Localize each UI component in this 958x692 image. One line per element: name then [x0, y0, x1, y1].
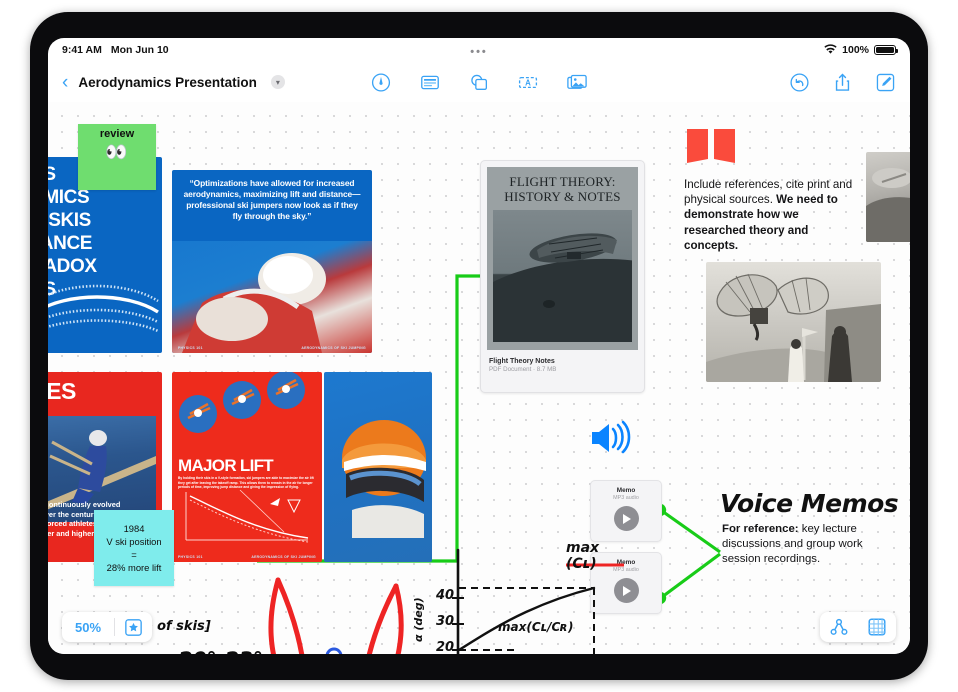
voice-memos-bold: For reference: [722, 523, 799, 535]
speaker-volume-icon[interactable] [588, 417, 631, 459]
chart-ytick-30: 30 [436, 614, 455, 629]
shapes-tool-icon[interactable] [469, 72, 490, 93]
ipad-screen: 9:41 AM Mon Jun 10 100% ••• ‹ Aerodynami… [48, 38, 910, 654]
media-tool-icon[interactable] [567, 72, 588, 93]
poster-footer-left: PHYSICS 101 [178, 346, 203, 350]
app-toolbar: ‹ Aerodynamics Presentation ▾ A [48, 62, 910, 102]
major-footer-left: PHYSICS 101 [178, 555, 203, 559]
ski-jumper-photo [172, 241, 372, 353]
memo-title: Memo [616, 487, 636, 494]
open-book-icon [686, 127, 736, 165]
card-photo-right-top[interactable] [866, 152, 910, 242]
card-major-lift-poster[interactable]: MAJOR LIFT By holding their skis in a V-… [172, 372, 322, 562]
play-icon[interactable] [613, 506, 639, 531]
eyes-icon: 👀 [105, 142, 129, 162]
document-file-name: Flight Theory Notes [489, 358, 555, 365]
svg-text:A: A [525, 78, 531, 87]
status-bar-left: 9:41 AM Mon Jun 10 [62, 44, 169, 56]
jumper-sequence-circles [176, 372, 318, 433]
navigator-icon[interactable] [820, 618, 858, 636]
zoom-level-value[interactable]: 50% [62, 620, 114, 635]
toolbar-left-group: ‹ Aerodynamics Presentation ▾ [48, 73, 285, 92]
physics-diagram-graphic [185, 489, 309, 543]
poster-quote-text: “Optimizations have allowed for increase… [183, 178, 361, 221]
voice-memos-body: For reference: key lecture discussions a… [722, 522, 872, 567]
cover-title-line-1: FLIGHT THEORY: [509, 174, 616, 189]
markup-pen-tool-icon[interactable] [371, 72, 392, 93]
sticky-note-review[interactable]: review 👀 [78, 124, 156, 190]
sticky-stat-line-2: V ski position [106, 536, 162, 547]
jumper-illustration [182, 253, 326, 353]
status-time: 9:41 AM [62, 44, 102, 56]
status-bar-right: 100% [824, 44, 899, 56]
glider-cover-photo [493, 210, 632, 342]
poster-footer-right: AERODYNAMICS OF SKI JUMPING [301, 346, 366, 350]
text-box-tool-icon[interactable]: A [518, 72, 539, 93]
wifi-icon [824, 44, 837, 55]
card-photo-vintage-glider[interactable] [706, 262, 881, 382]
red-v-sketch-graphic [268, 577, 404, 654]
multitasking-handle[interactable]: ••• [470, 46, 488, 58]
card-memo-1[interactable]: Memo MP3 audio [590, 480, 662, 542]
card-quote-poster[interactable]: “Optimizations have allowed for increase… [172, 170, 372, 353]
poster-red-headline: UES [48, 378, 76, 404]
back-button[interactable]: ‹ [62, 73, 68, 92]
toolbar-right-tools [789, 72, 896, 93]
sticky-review-label: review [99, 128, 135, 140]
document-file-meta: PDF Document · 8.7 MB [489, 366, 557, 373]
reference-note-text: Include references, cite print and physi… [684, 177, 854, 253]
compose-button-icon[interactable] [875, 72, 896, 93]
sticky-stat-line-1: 1984 [123, 523, 145, 534]
view-controls-pill [820, 612, 896, 642]
battery-icon [874, 45, 899, 55]
document-cover-title: FLIGHT THEORY: HISTORY & NOTES [493, 174, 632, 204]
sticky-stat-line-3: = [131, 549, 137, 560]
alpha-lift-chart: 40 30 20 α (deg) max (Cʟ) max(Cʟ/Cʀ) [412, 540, 628, 654]
cover-title-line-2: HISTORY & NOTES [504, 189, 621, 204]
helmet-illustration [342, 420, 426, 538]
status-bar: 9:41 AM Mon Jun 10 100% ••• [48, 38, 910, 62]
document-meta: Flight Theory Notes PDF Document · 8.7 M… [481, 356, 644, 373]
poster-footer: PHYSICS 101 AERODYNAMICS OF SKI JUMPING [178, 346, 366, 350]
chevron-down-icon[interactable]: ▾ [270, 75, 285, 89]
star-badge-icon[interactable] [115, 618, 152, 636]
page-title: Aerodynamics Presentation [78, 74, 257, 90]
vintage-glider-illustration [706, 273, 881, 382]
chart-ytick-20: 20 [436, 640, 455, 654]
share-button-icon[interactable] [832, 72, 853, 93]
memo-subtitle: MP3 audio [613, 495, 639, 501]
sticky-stat-line-4: 28% more lift [106, 562, 162, 573]
zoom-control-pill: 50% [62, 612, 153, 642]
document-preview: FLIGHT THEORY: HISTORY & NOTES [487, 167, 638, 350]
wave-lines-graphic [48, 284, 159, 333]
toolbar-center-tools: A [371, 72, 588, 93]
chart-annotation-max-cl-cd: max(Cʟ/Cʀ) [498, 620, 574, 634]
sticky-note-tool-icon[interactable] [420, 72, 441, 93]
ipad-device-frame: 9:41 AM Mon Jun 10 100% ••• ‹ Aerodynami… [30, 12, 928, 680]
battery-percent-label: 100% [842, 44, 869, 56]
sticky-note-stat[interactable]: 1984 V ski position = 28% more lift [94, 510, 174, 586]
chart-annotation-max-cl: max (Cʟ) [566, 540, 600, 572]
card-helmet-photo[interactable] [324, 372, 432, 562]
voice-memos-heading: Voice Memos [720, 489, 899, 518]
status-date: Mon Jun 10 [110, 44, 169, 56]
card-flight-theory-document[interactable]: FLIGHT THEORY: HISTORY & NOTES Flight Th… [480, 160, 645, 393]
chart-ytick-40: 40 [436, 588, 455, 603]
chart-y-axis-label: α (deg) [412, 597, 425, 642]
major-lift-title: MAJOR LIFT [178, 456, 274, 475]
board-canvas[interactable]: 2 NS AMICS N SKIS TANCE RADOX NS [48, 102, 910, 654]
grid-icon[interactable] [858, 618, 896, 636]
undo-button-icon[interactable] [789, 72, 810, 93]
